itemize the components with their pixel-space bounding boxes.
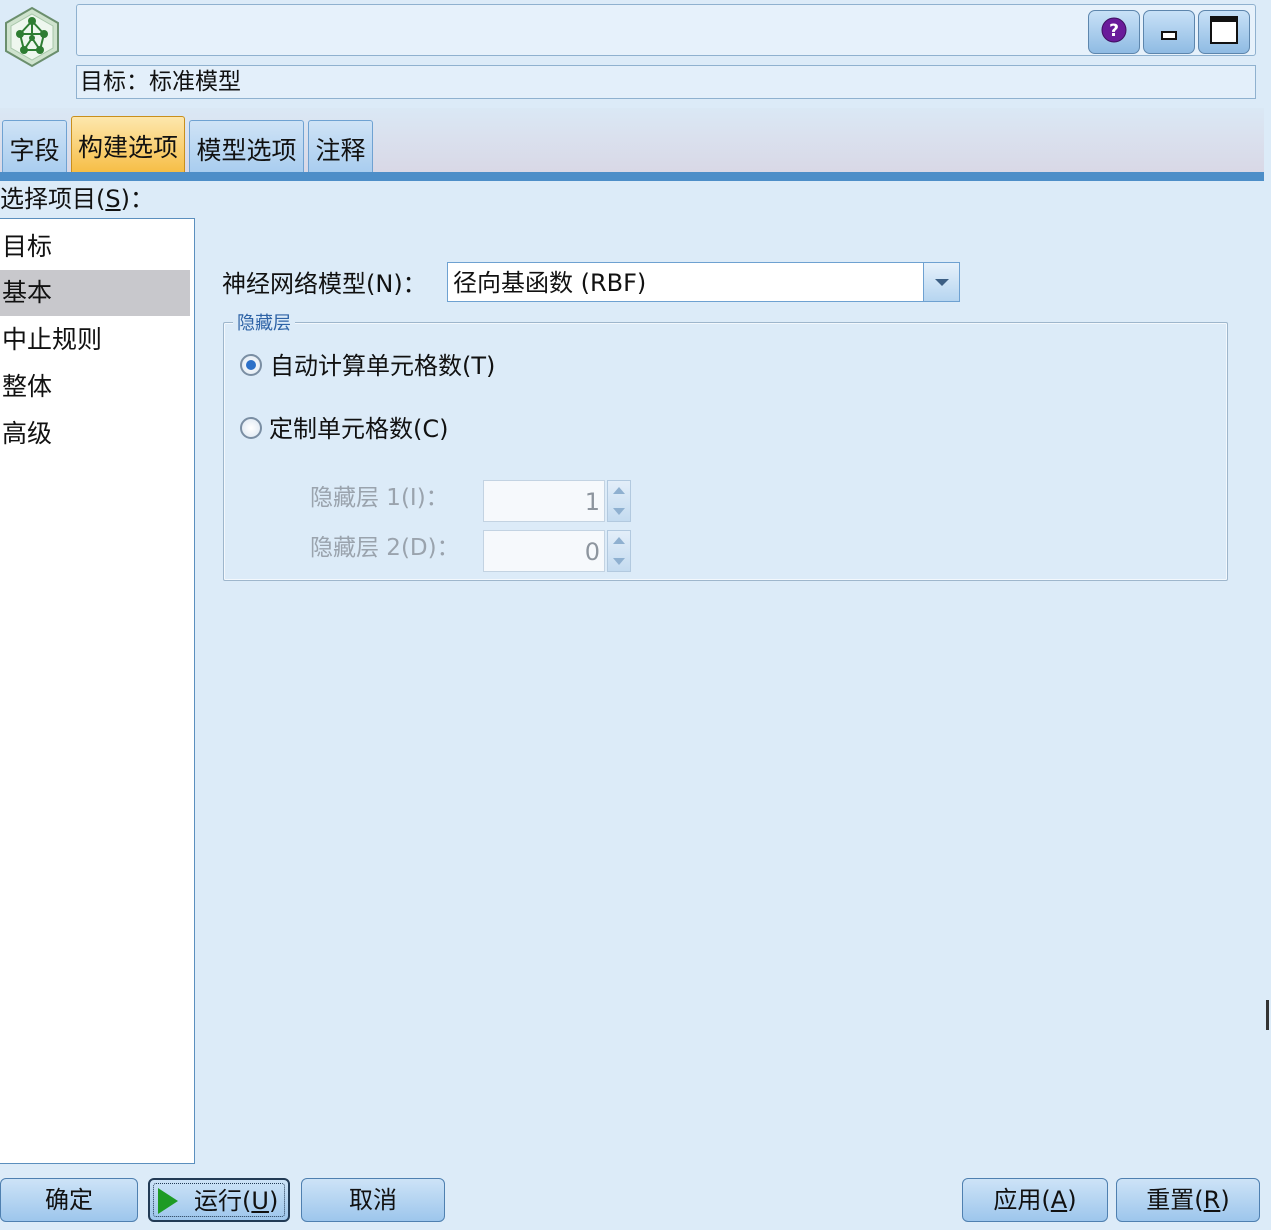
auto-units-label[interactable]: 自动计算单元格数(T) — [270, 351, 495, 381]
reset-label-suffix: ) — [1220, 1186, 1230, 1214]
tab-model-options[interactable]: 模型选项 — [189, 120, 304, 172]
reset-button[interactable]: 重置(R) — [1116, 1178, 1260, 1222]
hidden-layer-1-stepper[interactable] — [607, 480, 631, 522]
nn-model-dropdown-button[interactable] — [923, 263, 959, 301]
target-value: 标准模型 — [149, 69, 241, 95]
select-items-label-key: S — [105, 185, 121, 213]
maximize-icon — [1209, 15, 1239, 49]
apply-label-suffix: ) — [1067, 1186, 1077, 1214]
select-items-label-suffix: )： — [120, 185, 154, 213]
tab-annotations[interactable]: 注释 — [308, 120, 373, 172]
run-label-prefix: 运行( — [194, 1187, 252, 1215]
nn-model-value: 径向基函数 (RBF) — [453, 269, 647, 297]
target-line: 目标：标准模型 — [76, 65, 1256, 99]
hidden-layer-2-stepper[interactable] — [607, 530, 631, 572]
select-items-label-prefix: 选择项目( — [0, 185, 106, 213]
hidden-layer-2-input[interactable]: 0 — [483, 530, 605, 572]
stepper-down-icon — [613, 508, 625, 515]
help-button[interactable]: ? — [1088, 10, 1140, 54]
apply-label-key: A — [1050, 1186, 1068, 1214]
nn-model-label: 神经网络模型(N)： — [222, 270, 427, 298]
maximize-button[interactable] — [1198, 10, 1250, 54]
list-item-target[interactable]: 目标 — [0, 224, 190, 270]
stepper-up-icon — [613, 487, 625, 494]
list-item-stopping-rules[interactable]: 中止规则 — [0, 317, 190, 363]
ok-button[interactable]: 确定 — [0, 1178, 138, 1222]
hidden-layer-1-input[interactable]: 1 — [483, 480, 605, 522]
reset-label-key: R — [1203, 1186, 1221, 1214]
neural-network-node-icon — [2, 6, 62, 68]
hidden-layer-group-title: 隐藏层 — [233, 313, 295, 335]
node-title-bar — [76, 4, 1256, 56]
run-button[interactable]: 运行(U) — [148, 1178, 290, 1222]
play-icon — [158, 1188, 178, 1214]
custom-units-label[interactable]: 定制单元格数(C) — [269, 414, 448, 444]
tab-underline — [0, 172, 1264, 181]
list-item-basics[interactable]: 基本 — [0, 270, 190, 316]
help-icon: ? — [1100, 16, 1128, 48]
chevron-down-icon — [935, 279, 949, 286]
run-label-suffix: ) — [268, 1187, 279, 1215]
minimize-button[interactable] — [1143, 10, 1195, 54]
tab-build-options[interactable]: 构建选项 — [71, 116, 185, 176]
resize-edge[interactable] — [1266, 1000, 1269, 1030]
tab-fields[interactable]: 字段 — [2, 120, 67, 172]
run-label-key: U — [251, 1187, 269, 1215]
auto-units-radio[interactable] — [240, 354, 262, 376]
custom-units-radio[interactable] — [240, 417, 262, 439]
nn-model-select[interactable]: 径向基函数 (RBF) — [447, 262, 960, 302]
target-label: 目标： — [80, 69, 149, 95]
select-items-label: 选择项目(S)： — [0, 184, 154, 214]
hidden-layer-1-label: 隐藏层 1(I)： — [310, 485, 449, 511]
run-button-label: 运行(U) — [194, 1180, 278, 1222]
select-items-list: 目标 基本 中止规则 整体 高级 — [0, 218, 195, 1164]
cancel-button[interactable]: 取消 — [301, 1178, 445, 1222]
stepper-down-icon — [613, 558, 625, 565]
reset-label-prefix: 重置( — [1146, 1186, 1204, 1214]
list-item-ensembles[interactable]: 整体 — [0, 364, 190, 410]
stepper-up-icon — [613, 537, 625, 544]
minimize-icon — [1157, 18, 1181, 46]
svg-text:?: ? — [1109, 21, 1119, 41]
hidden-layer-2-label: 隐藏层 2(D)： — [310, 535, 460, 561]
apply-button[interactable]: 应用(A) — [962, 1178, 1108, 1222]
apply-label-prefix: 应用( — [993, 1186, 1051, 1214]
list-item-advanced[interactable]: 高级 — [0, 411, 190, 457]
